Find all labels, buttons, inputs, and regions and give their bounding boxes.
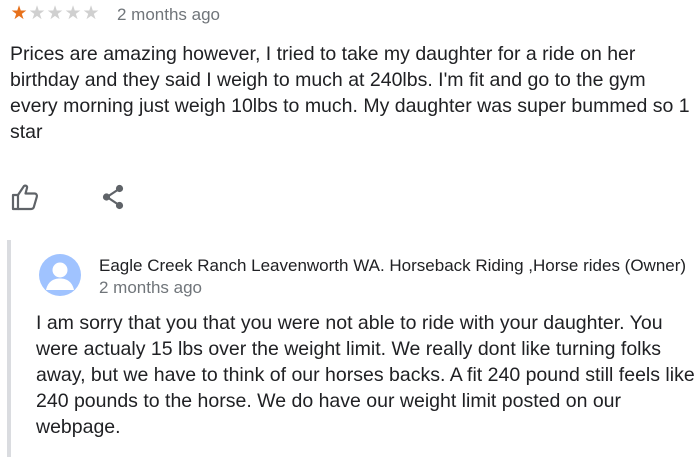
star-empty-icon: ★	[46, 3, 64, 24]
reply-date: 2 months ago	[99, 278, 203, 297]
owner-reply: Eagle Creek Ranch Leavenworth WA. Horseb…	[7, 240, 700, 457]
review-text: Prices are amazing however, I tried to t…	[10, 43, 690, 143]
like-button[interactable]	[10, 182, 40, 212]
star-filled-icon: ★	[10, 3, 28, 24]
owner-name[interactable]: Eagle Creek Ranch Leavenworth WA. Horseb…	[99, 255, 686, 277]
thumbs-up-icon	[11, 184, 39, 211]
share-button[interactable]	[98, 182, 128, 212]
star-empty-icon: ★	[82, 3, 100, 24]
star-rating: ★ ★ ★ ★ ★	[10, 4, 100, 24]
star-empty-icon: ★	[28, 3, 46, 24]
review-actions	[10, 182, 128, 212]
review-date: 2 months ago	[117, 5, 221, 24]
share-icon	[102, 184, 124, 210]
reply-text: I am sorry that you that you were not ab…	[36, 312, 695, 438]
star-empty-icon: ★	[64, 3, 82, 24]
person-avatar-icon	[39, 254, 81, 296]
